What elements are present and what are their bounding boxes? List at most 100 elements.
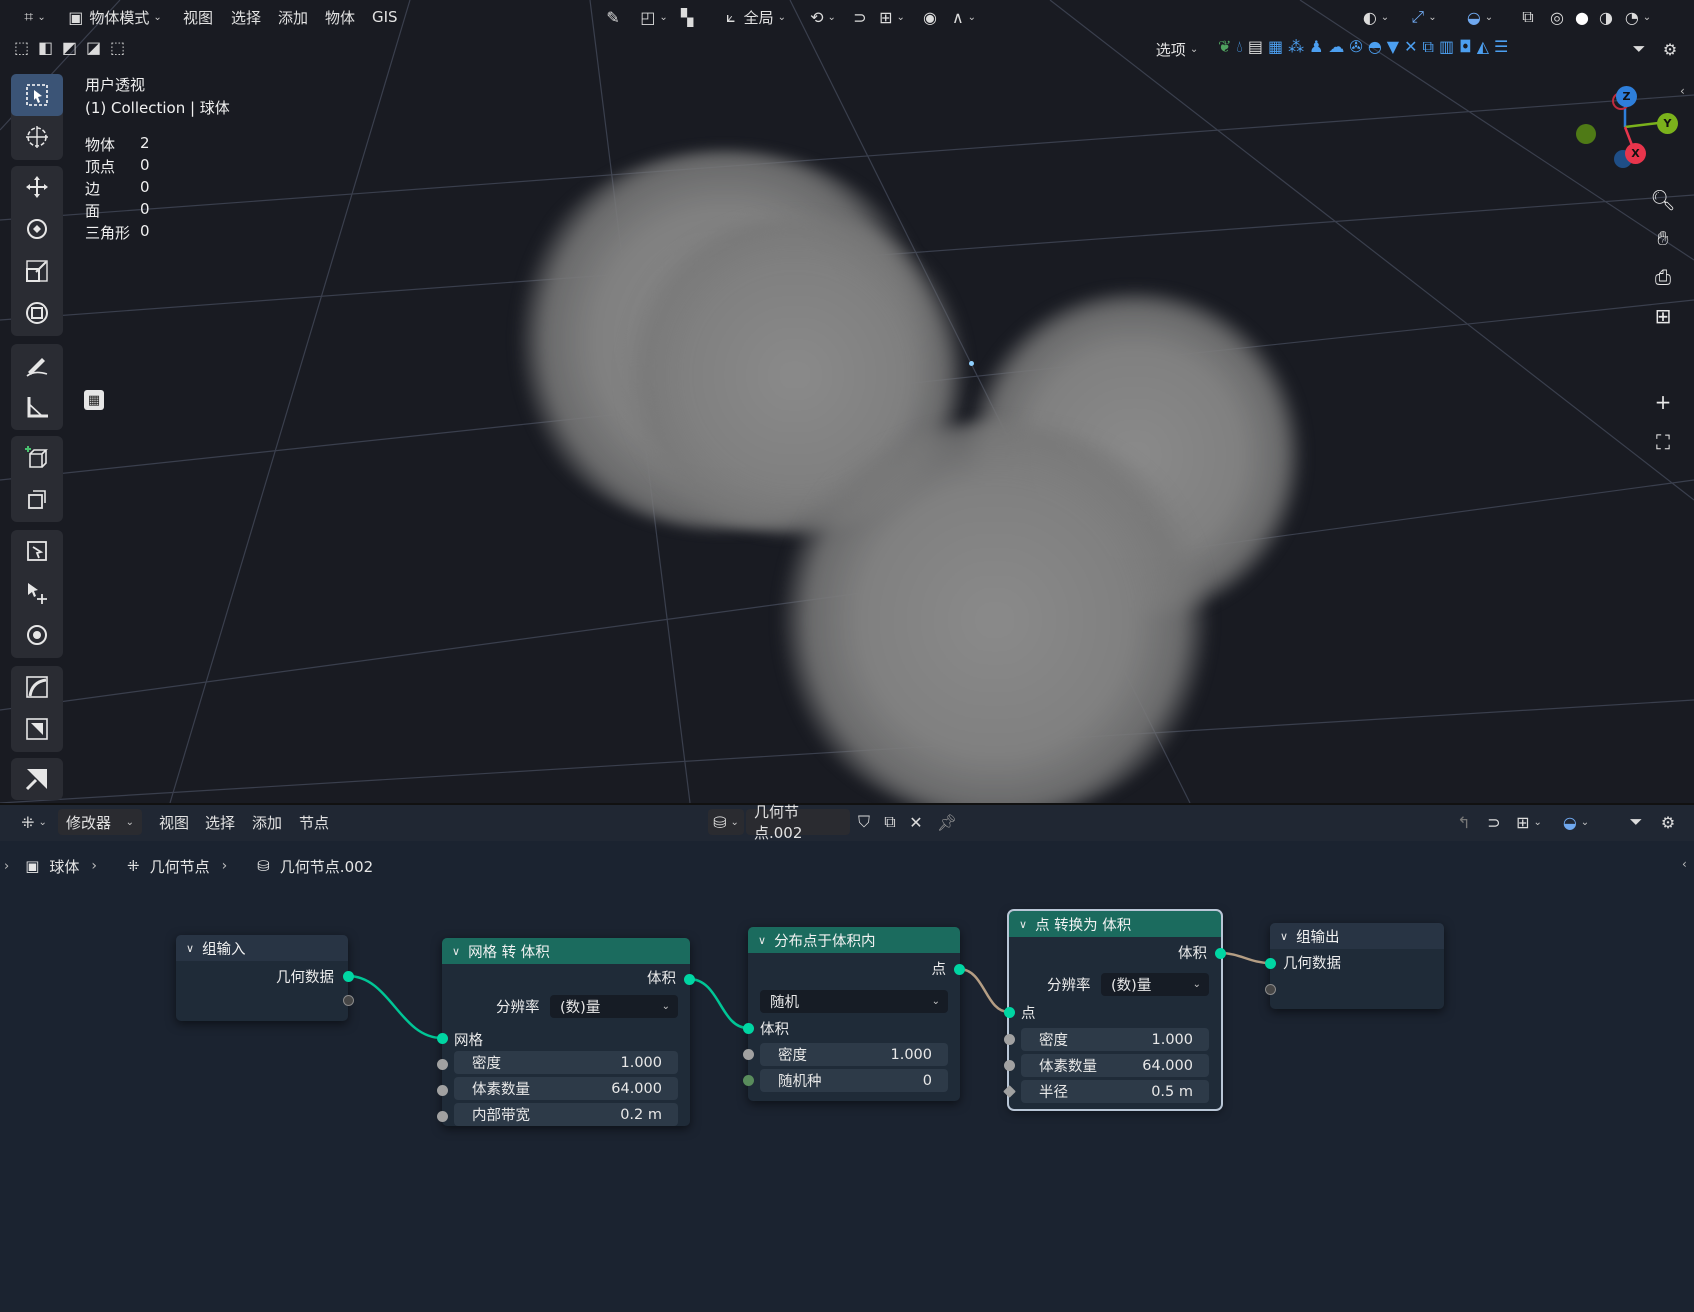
socket-density-in[interactable] — [437, 1059, 448, 1070]
knife-tool[interactable] — [11, 758, 63, 800]
paint-icon[interactable]: ▚ — [674, 4, 700, 30]
zoom-icon[interactable]: 🔍︎ — [1647, 184, 1679, 216]
texture-overlay-icon[interactable]: ▦ — [84, 390, 104, 410]
light-icon[interactable]: ◓ — [1368, 37, 1382, 57]
select-intersect-icon[interactable]: ⬚ — [110, 38, 130, 57]
wireframe-shading-icon[interactable]: ◎ — [1545, 4, 1569, 30]
scale-tool[interactable] — [11, 250, 63, 292]
curve-tool-icon[interactable]: ◰ ⌄ — [634, 4, 674, 30]
socket-interior-band-in[interactable] — [437, 1111, 448, 1122]
extrude-tool[interactable] — [11, 478, 63, 520]
resolution-mode-dropdown[interactable]: (数)量 ⌄ — [550, 995, 678, 1018]
leaf-icon[interactable]: ❦ — [1218, 37, 1231, 57]
add-cube-tool[interactable] — [11, 436, 63, 478]
frame-selected-icon[interactable]: ⛶ — [1647, 426, 1679, 458]
move-tool[interactable] — [11, 166, 63, 208]
annotate-tool[interactable] — [11, 344, 63, 386]
node-points-to-volume[interactable]: ∨ 点 转换为 体积 体积 分辨率 (数)量 ⌄ 点 密度 1.000 体素数量 … — [1007, 909, 1223, 1111]
resolution-mode-dropdown[interactable]: (数)量 ⌄ — [1101, 973, 1209, 996]
cloud-icon[interactable]: ☁ — [1328, 37, 1344, 57]
seed-field[interactable]: 随机种 0 — [760, 1069, 948, 1092]
eyedropper-icon[interactable]: ✎ — [600, 4, 626, 30]
socket-volume-out[interactable] — [684, 974, 695, 985]
proportional-edit-icon[interactable]: ◉ — [918, 4, 942, 30]
collapse-caret-icon[interactable]: ∨ — [186, 942, 194, 955]
socket-empty-out[interactable] — [343, 995, 354, 1006]
collapse-caret-icon[interactable]: ∨ — [1280, 930, 1288, 943]
gizmo-z-axis[interactable]: Z — [1616, 86, 1637, 107]
options-dropdown[interactable]: 选项 ⌄ — [1148, 36, 1206, 62]
socket-density-in[interactable] — [743, 1049, 754, 1060]
socket-voxel-amount-in[interactable] — [1004, 1060, 1015, 1071]
car-icon[interactable]: ◘ — [1459, 37, 1472, 57]
shape-icon[interactable]: ◭ — [1477, 37, 1489, 57]
rendered-shading-icon[interactable]: ◔ ⌄ — [1618, 4, 1658, 30]
node-header[interactable]: ∨ 组输出 — [1270, 923, 1444, 949]
building-icon[interactable]: ▥ — [1439, 37, 1454, 57]
material-shading-icon[interactable]: ◑ — [1594, 4, 1618, 30]
socket-points-in[interactable] — [1004, 1007, 1015, 1018]
shrink-tool[interactable] — [11, 708, 63, 750]
density-field[interactable]: 密度 1.000 — [454, 1051, 678, 1074]
interior-band-field[interactable]: 内部带宽 0.2 m — [454, 1103, 678, 1126]
editor-type-button[interactable]: ⌗ ⌄ — [18, 4, 52, 30]
node-header[interactable]: ∨ 网格 转 体积 — [442, 938, 690, 964]
gizmo-x-axis[interactable]: X — [1625, 143, 1646, 164]
menu-object[interactable]: 物体 — [319, 4, 361, 30]
collapse-caret-icon[interactable]: ∨ — [758, 934, 766, 947]
socket-geometry-out[interactable] — [343, 971, 354, 982]
perspective-toggle-icon[interactable]: ⊞ — [1647, 300, 1679, 332]
transform-tool[interactable] — [11, 292, 63, 334]
xray-icon[interactable]: ⧉ — [1515, 4, 1541, 30]
node-header[interactable]: ∨ 组输入 — [176, 935, 348, 961]
collapse-sidebar-icon[interactable]: ‹ — [1680, 84, 1685, 98]
socket-empty-in[interactable] — [1265, 984, 1276, 995]
transform-orientation[interactable]: ⟀ 全局 ⌄ — [720, 4, 792, 30]
pan-hand-icon[interactable]: ✋︎ — [1647, 222, 1679, 254]
socket-density-in[interactable] — [1004, 1034, 1015, 1045]
snap-target-icon[interactable]: ⊞ ⌄ — [874, 4, 910, 30]
filter-icon[interactable]: ⏷ — [1627, 36, 1651, 62]
node-group-input[interactable]: ∨ 组输入 几何数据 — [176, 935, 348, 1021]
gizmo-y-axis[interactable]: Y — [1657, 113, 1678, 134]
collapse-caret-icon[interactable]: ∨ — [452, 945, 460, 958]
socket-seed-in[interactable] — [743, 1075, 754, 1086]
mode-selector[interactable]: ▣ 物体模式 ⌄ — [60, 4, 170, 30]
rotate-tool[interactable] — [11, 208, 63, 250]
texture-icon[interactable]: ▦ — [1268, 37, 1283, 57]
move-cursor-tool[interactable] — [11, 572, 63, 614]
select-subtract-icon[interactable]: ◩ — [62, 38, 82, 57]
cursor-tool[interactable] — [11, 116, 63, 158]
menu-select[interactable]: 选择 — [225, 4, 267, 30]
geometry-node-editor[interactable]: ⁜ ⌄ 修改器 ⌄ 视图 选择 添加 节点 ⛁ ⌄ 几何节点.002 ⛉ ⧉ ✕ 📌︎… — [0, 803, 1694, 1312]
node-header[interactable]: ∨ 点 转换为 体积 — [1009, 911, 1221, 937]
list-icon[interactable]: ☰ — [1494, 37, 1508, 57]
voxel-amount-field[interactable]: 体素数量 64.000 — [1021, 1054, 1209, 1077]
select-box-tool[interactable] — [11, 74, 63, 116]
socket-volume-in[interactable] — [743, 1023, 754, 1034]
density-field[interactable]: 密度 1.000 — [760, 1043, 948, 1066]
camera-view-icon[interactable]: ⎙ — [1647, 261, 1679, 293]
link-icon[interactable]: ⧉ — [1423, 37, 1434, 57]
shirt-icon[interactable]: ▼ — [1387, 37, 1399, 57]
density-field[interactable]: 密度 1.000 — [1021, 1028, 1209, 1051]
pivot-point-icon[interactable]: ⟲ ⌄ — [805, 4, 841, 30]
gizmo-neg-y[interactable] — [1576, 124, 1596, 144]
3d-viewport[interactable]: ⌗ ⌄ ▣ 物体模式 ⌄ 视图 选择 添加 物体 GIS ✎ ◰ ⌄ ▚ ⟀ 全局 ⌄ … — [0, 0, 1694, 803]
measure-tool[interactable] — [11, 386, 63, 428]
menu-add[interactable]: 添加 — [272, 4, 314, 30]
particles-icon[interactable]: ⁂ — [1288, 37, 1304, 57]
select-invert-icon[interactable]: ◪ — [86, 38, 106, 57]
collapse-caret-icon[interactable]: ∨ — [1019, 918, 1027, 931]
visibility-icon[interactable]: ◐ ⌄ — [1358, 4, 1394, 30]
add-icon[interactable]: + — [1647, 386, 1679, 418]
socket-geometry-in[interactable] — [1265, 958, 1276, 969]
drop-icon[interactable]: 💧︎ — [1236, 37, 1242, 57]
falloff-icon[interactable]: ∧ ⌄ — [946, 4, 982, 30]
voxel-amount-field[interactable]: 体素数量 64.000 — [454, 1077, 678, 1100]
node-distribute-points-in-volume[interactable]: ∨ 分布点于体积内 点 随机 ⌄ 体积 密度 1.000 随机种 0 — [748, 927, 960, 1101]
socket-volume-out[interactable] — [1215, 948, 1226, 959]
gizmo-toggle-icon[interactable]: ⤢ ⌄ — [1402, 4, 1446, 30]
overlay-toggle-icon[interactable]: ◒ ⌄ — [1458, 4, 1502, 30]
select-extend-icon[interactable]: ◧ — [38, 38, 58, 57]
